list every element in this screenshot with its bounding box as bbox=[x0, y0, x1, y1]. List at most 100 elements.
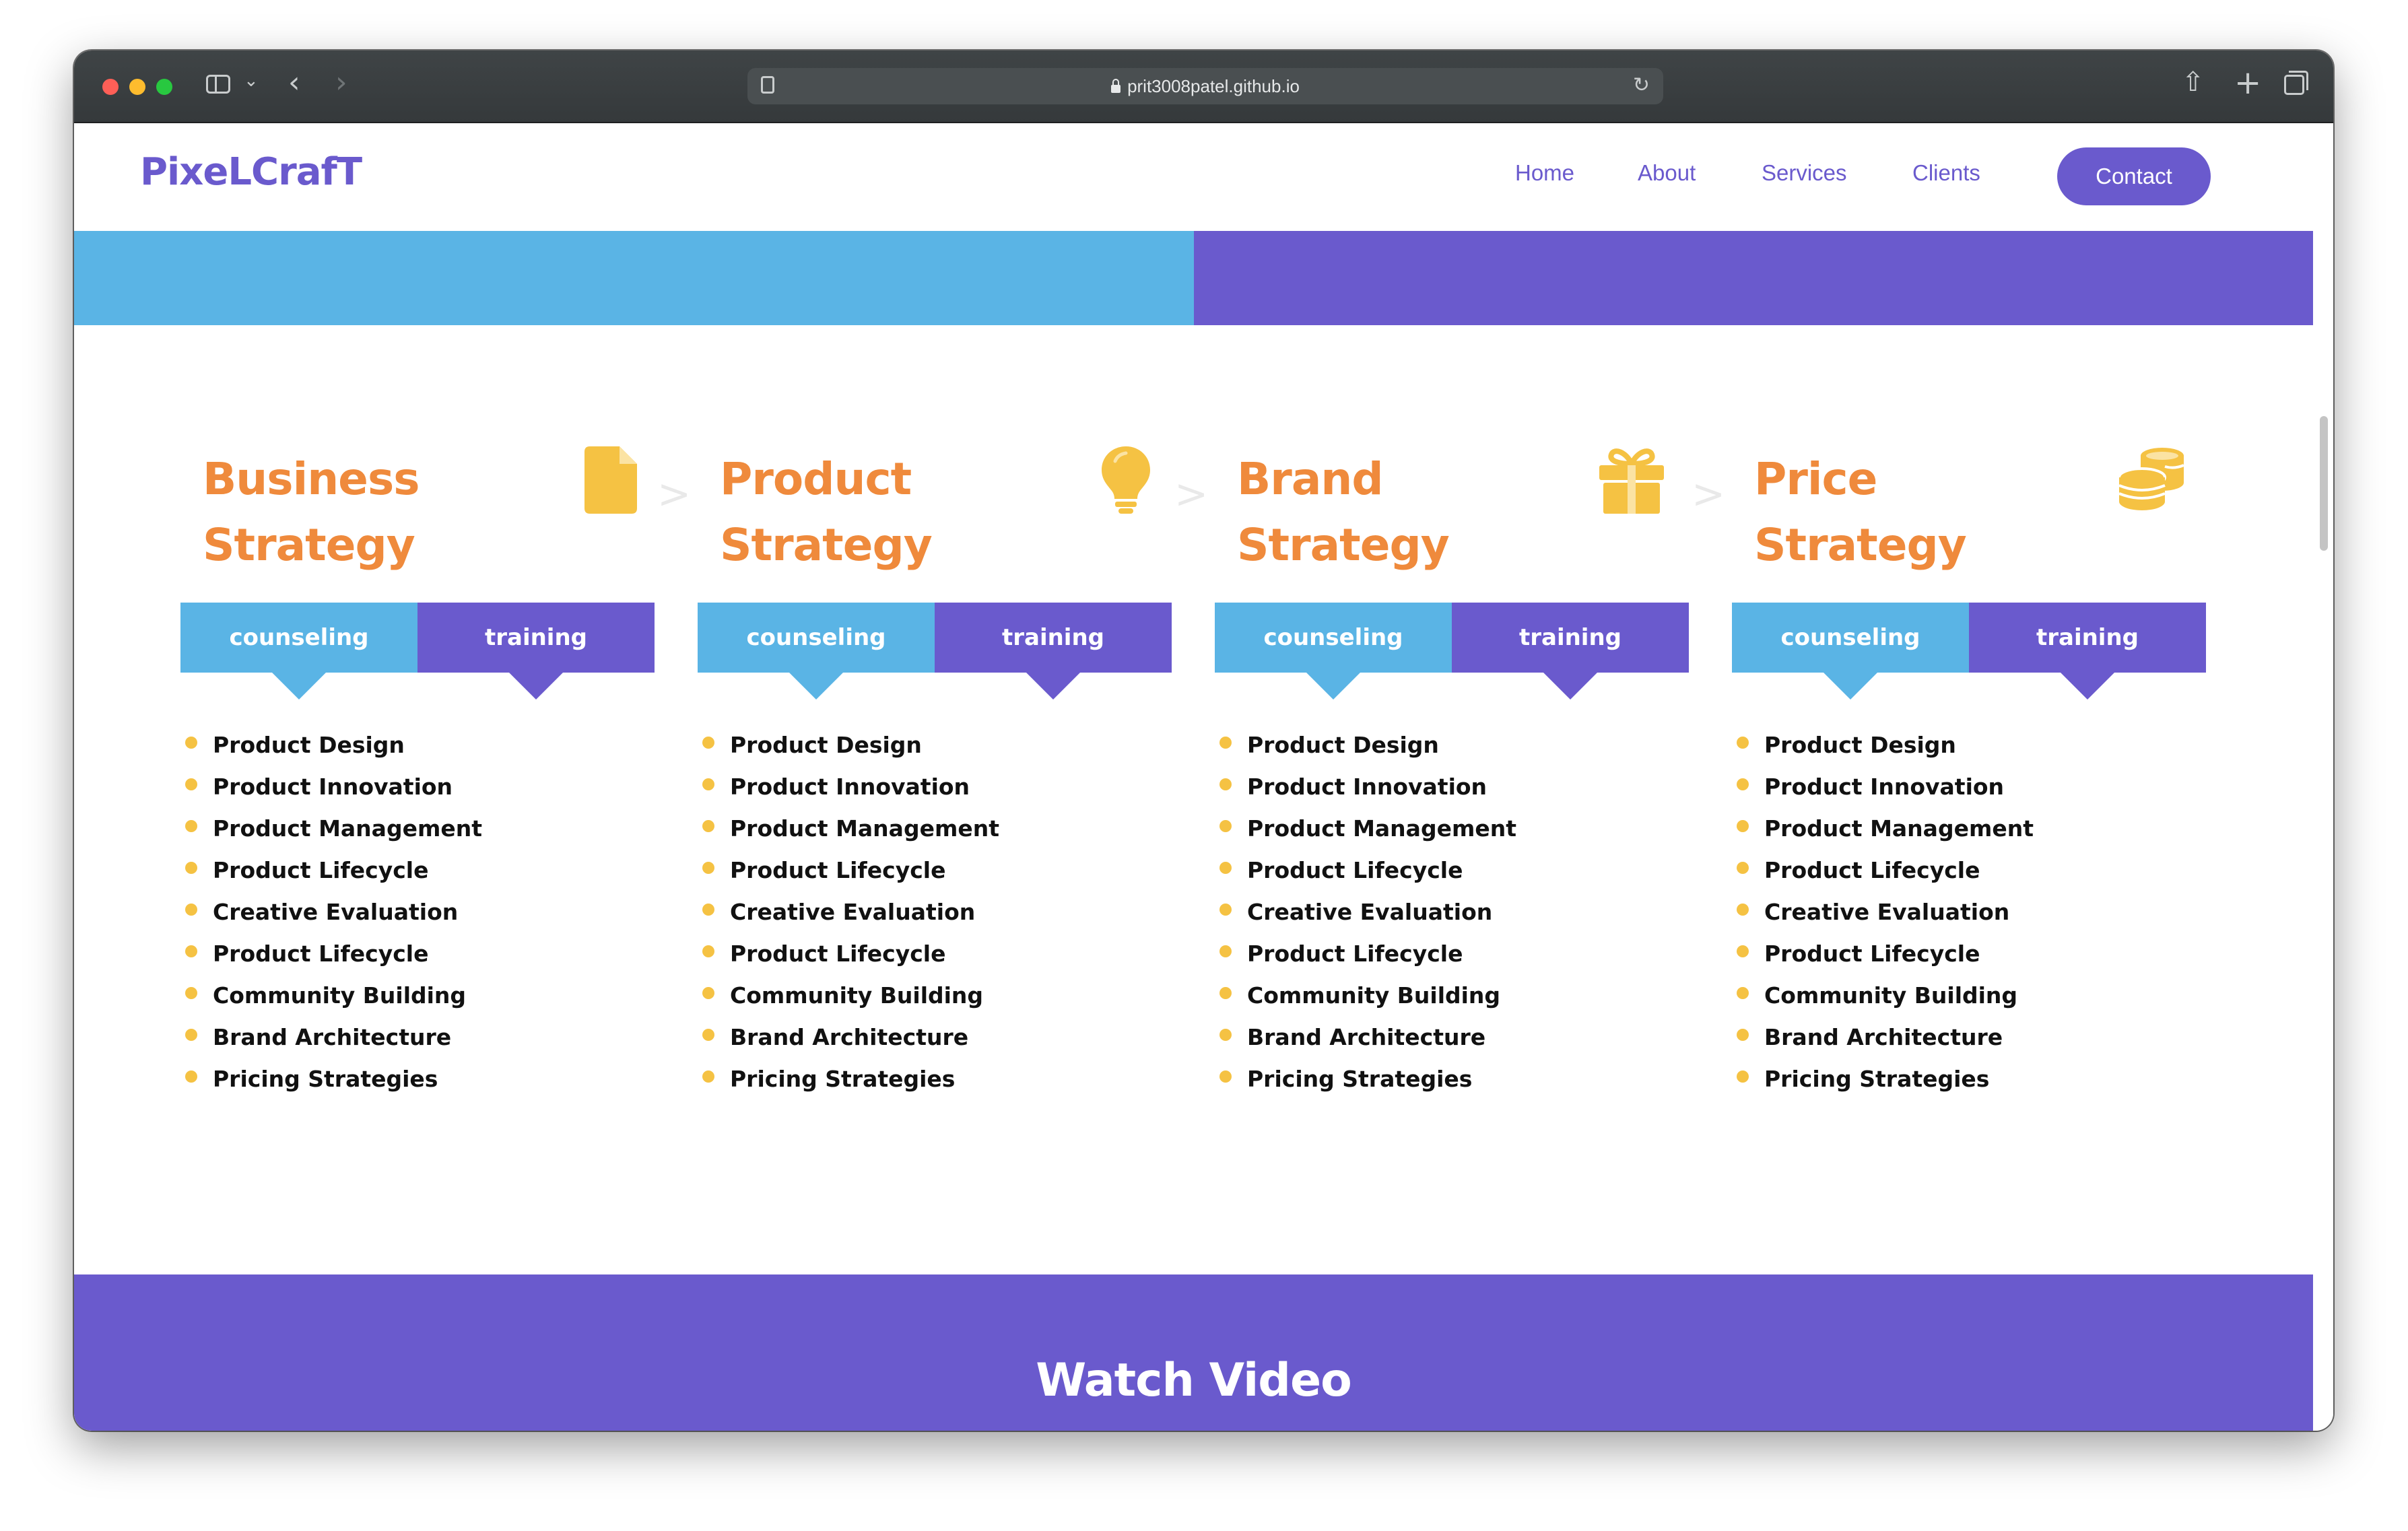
chevron-down-icon[interactable]: ⌄ bbox=[244, 71, 259, 91]
list-item-label: Product Management bbox=[213, 815, 482, 842]
bullet-icon bbox=[702, 778, 714, 790]
list-item-label: Product Design bbox=[1247, 732, 1439, 758]
tab-training[interactable]: training bbox=[1452, 603, 1689, 700]
list-item-label: Product Innovation bbox=[213, 774, 453, 800]
bullet-icon bbox=[1737, 778, 1749, 790]
list-item-label: Pricing Strategies bbox=[1247, 1066, 1473, 1092]
list-item: Pricing Strategies bbox=[1215, 1058, 1516, 1100]
list-item: Product Management bbox=[1732, 808, 2034, 850]
strategy-column-price: Price Strategy counseling training Produc… bbox=[1732, 446, 2207, 1120]
bullet-icon bbox=[185, 737, 197, 749]
list-item: Product Lifecycle bbox=[1215, 850, 1516, 891]
list-item-label: Creative Evaluation bbox=[1247, 899, 1493, 925]
list-item: Creative Evaluation bbox=[1732, 891, 2034, 933]
list-item: Pricing Strategies bbox=[1732, 1058, 2034, 1100]
list-item: Product Management bbox=[698, 808, 999, 850]
bullet-icon bbox=[1737, 737, 1749, 749]
bullet-icon bbox=[185, 1029, 197, 1041]
nav-link-clients[interactable]: Clients bbox=[1912, 160, 1980, 186]
list-item: Product Management bbox=[180, 808, 482, 850]
strategy-column-brand: Brand Strategy > counseling training Prod… bbox=[1215, 446, 1725, 1120]
tab-counseling[interactable]: counseling bbox=[1732, 603, 1969, 700]
list-item: Product Design bbox=[180, 724, 482, 766]
nav-link-services[interactable]: Services bbox=[1762, 160, 1847, 186]
separator-arrow: > bbox=[1174, 471, 1209, 518]
bullet-icon bbox=[1219, 904, 1232, 916]
list-item: Product Innovation bbox=[180, 766, 482, 808]
tab-counseling[interactable]: counseling bbox=[698, 603, 935, 700]
tab-training[interactable]: training bbox=[935, 603, 1172, 700]
new-tab-icon[interactable]: + bbox=[2234, 64, 2261, 102]
bullet-icon bbox=[185, 1070, 197, 1083]
tab-overview-icon[interactable] bbox=[2284, 71, 2308, 95]
bullet-icon bbox=[702, 737, 714, 749]
scrollbar-thumb[interactable] bbox=[2320, 416, 2328, 551]
sidebar-toggle-icon[interactable] bbox=[206, 75, 230, 94]
list-item-label: Pricing Strategies bbox=[730, 1066, 956, 1092]
list-item: Product Innovation bbox=[698, 766, 999, 808]
bullet-icon bbox=[1737, 987, 1749, 999]
zoom-window-button[interactable] bbox=[156, 79, 172, 95]
list-item: Brand Architecture bbox=[698, 1017, 999, 1058]
bullet-icon bbox=[185, 904, 197, 916]
close-window-button[interactable] bbox=[102, 79, 119, 95]
watch-video-heading: Watch Video bbox=[1036, 1354, 1352, 1407]
watch-video-section: Watch Video bbox=[74, 1274, 2313, 1431]
bullet-icon bbox=[185, 862, 197, 874]
reload-icon[interactable]: ↻ bbox=[1633, 73, 1650, 97]
list-item-label: Product Lifecycle bbox=[730, 941, 946, 967]
list-item: Brand Architecture bbox=[180, 1017, 482, 1058]
address-bar[interactable]: prit3008patel.github.io ↻ bbox=[747, 68, 1663, 104]
browser-window: ⌄ ‹ › prit3008patel.github.io ↻ ⇧ + Pixe… bbox=[74, 50, 2333, 1431]
share-icon[interactable]: ⇧ bbox=[2182, 67, 2205, 98]
tab-counseling[interactable]: counseling bbox=[1215, 603, 1452, 700]
nav-link-about[interactable]: About bbox=[1638, 160, 1696, 186]
lock-icon bbox=[1111, 79, 1121, 93]
list-item-label: Product Innovation bbox=[1247, 774, 1487, 800]
back-arrow-icon[interactable]: ‹ bbox=[288, 65, 300, 100]
list-item-label: Product Lifecycle bbox=[1247, 941, 1463, 967]
list-item: Brand Architecture bbox=[1215, 1017, 1516, 1058]
nav-link-home[interactable]: Home bbox=[1515, 160, 1574, 186]
document-icon bbox=[584, 446, 637, 514]
list-item-label: Product Lifecycle bbox=[213, 941, 429, 967]
strategy-title-line2: Strategy bbox=[720, 519, 933, 571]
list-item-label: Community Building bbox=[1764, 982, 2018, 1009]
separator-arrow: > bbox=[657, 471, 692, 518]
strategy-item-list: Product Design Product Innovation Produc… bbox=[1732, 724, 2034, 1100]
tab-training[interactable]: training bbox=[417, 603, 655, 700]
strategy-title-line2: Strategy bbox=[1237, 519, 1450, 571]
url-text: prit3008patel.github.io bbox=[1127, 76, 1300, 96]
list-item-label: Pricing Strategies bbox=[1764, 1066, 1990, 1092]
bullet-icon bbox=[1737, 904, 1749, 916]
contact-button[interactable]: Contact bbox=[2057, 147, 2211, 205]
page-scrollbar[interactable] bbox=[2313, 123, 2333, 1431]
bullet-icon bbox=[1219, 737, 1232, 749]
list-item-label: Product Lifecycle bbox=[1764, 941, 1980, 967]
bullet-icon bbox=[702, 1029, 714, 1041]
list-item-label: Brand Architecture bbox=[1247, 1024, 1486, 1050]
site-navbar: PixeLCrafT Home About Services Clients C… bbox=[74, 123, 2313, 231]
list-item: Product Design bbox=[1732, 724, 2034, 766]
list-item-label: Product Lifecycle bbox=[213, 857, 429, 883]
list-item: Product Management bbox=[1215, 808, 1516, 850]
strategy-title-line1: Business bbox=[203, 453, 420, 505]
list-item: Community Building bbox=[1732, 975, 2034, 1017]
forward-arrow-icon[interactable]: › bbox=[335, 65, 347, 100]
strategy-item-list: Product Design Product Innovation Produc… bbox=[698, 724, 999, 1100]
site-logo[interactable]: PixeLCrafT bbox=[140, 150, 362, 194]
bullet-icon bbox=[1737, 945, 1749, 957]
url-display: prit3008patel.github.io bbox=[747, 76, 1663, 97]
bullet-icon bbox=[1219, 778, 1232, 790]
banner-blue-band bbox=[74, 231, 1194, 325]
tab-training[interactable]: training bbox=[1969, 603, 2206, 700]
strategy-title: Product Strategy bbox=[720, 446, 1023, 578]
minimize-window-button[interactable] bbox=[129, 79, 145, 95]
lightbulb-icon bbox=[1102, 446, 1150, 514]
strategy-column-product: Product Strategy > counseling training Pr… bbox=[698, 446, 1208, 1120]
tab-counseling[interactable]: counseling bbox=[180, 603, 417, 700]
bullet-icon bbox=[702, 1070, 714, 1083]
list-item: Product Lifecycle bbox=[1732, 933, 2034, 975]
list-item: Pricing Strategies bbox=[180, 1058, 482, 1100]
list-item-label: Creative Evaluation bbox=[1764, 899, 2010, 925]
